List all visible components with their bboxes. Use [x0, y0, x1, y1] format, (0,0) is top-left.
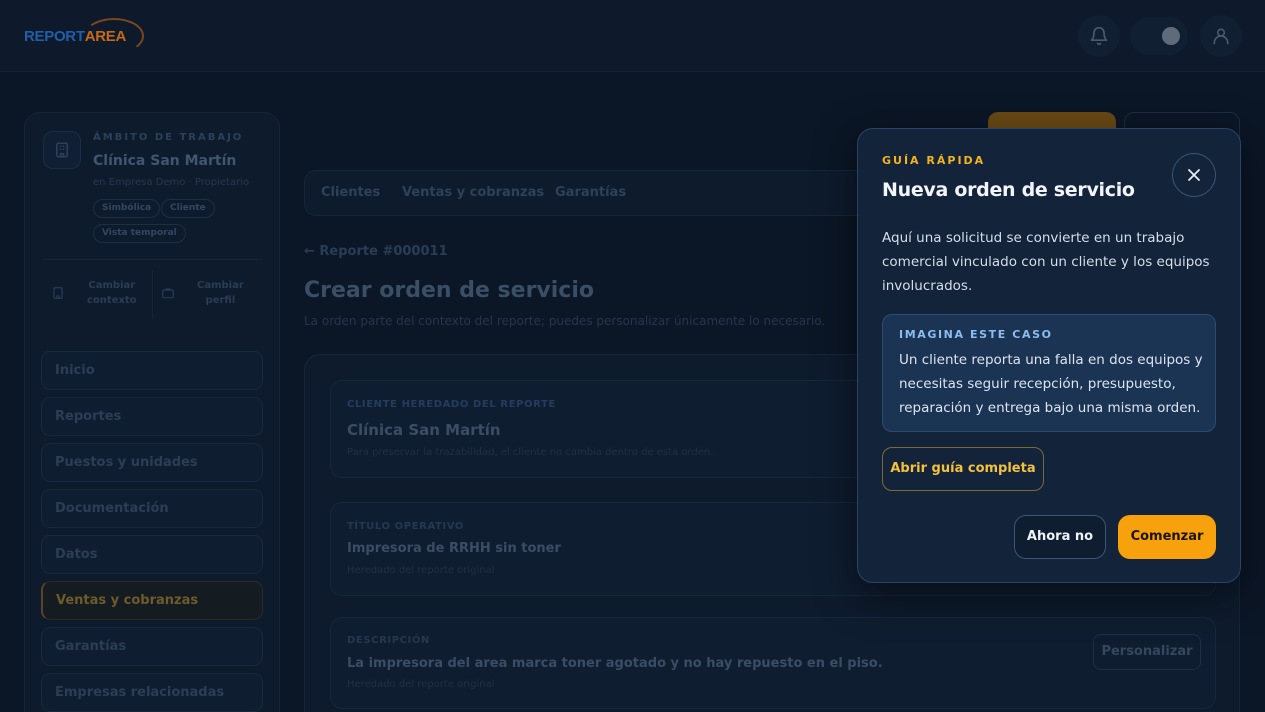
page-subtitle: La orden parte del contexto del reporte;…	[304, 314, 826, 328]
sidebar-item-inicio[interactable]: Inicio	[41, 351, 263, 390]
theme-toggle[interactable]	[1130, 17, 1188, 55]
description-card: DESCRIPCIÓN La impresora del area marca …	[330, 617, 1216, 709]
logo-arc	[84, 18, 144, 54]
client-note: Para preservar la trazabilidad, el clien…	[347, 447, 714, 458]
sidebar-item-ventas[interactable]: Ventas y cobranzas	[41, 581, 263, 620]
workspace-name: Clínica San Martín	[93, 153, 237, 169]
example-case-box: IMAGINA ESTE CASO Un cliente reporta una…	[882, 314, 1216, 432]
page: REPORT AREA ÁMBITO DE TRABAJO Clínica San…	[0, 0, 1265, 712]
logo[interactable]: REPORT AREA	[24, 18, 144, 54]
workspace-subtitle: en Empresa Demo · Propietario	[93, 177, 250, 188]
title-note: Heredado del reporte original	[347, 565, 495, 576]
description-value: La impresora del area marca toner agotad…	[347, 656, 883, 671]
personalize-button[interactable]: Personalizar	[1093, 634, 1201, 670]
page-title: Crear orden de servicio	[304, 278, 594, 303]
divider	[43, 259, 263, 260]
not-now-button[interactable]: Ahora no	[1014, 515, 1106, 559]
description-kicker: DESCRIPCIÓN	[347, 635, 430, 646]
building-icon	[47, 282, 69, 304]
notifications-button[interactable]	[1078, 15, 1120, 57]
divider	[152, 271, 153, 319]
client-name: Clínica San Martín	[347, 421, 501, 439]
sidebar-item-documentacion[interactable]: Documentación	[41, 489, 263, 528]
start-button[interactable]: Comenzar	[1118, 515, 1216, 559]
close-button[interactable]	[1172, 153, 1216, 197]
open-full-guide-button[interactable]: Abrir guía completa	[882, 447, 1044, 491]
tab-ventas[interactable]: Ventas y cobranzas	[402, 185, 544, 200]
sidebar-item-reportes[interactable]: Reportes	[41, 397, 263, 436]
user-icon	[1213, 28, 1229, 45]
dialog-title: Nueva orden de servicio	[882, 179, 1135, 201]
sidebar-item-empresas[interactable]: Empresas relacionadas	[41, 673, 263, 712]
quick-guide-dialog: GUÍA RÁPIDA Nueva orden de servicio Aquí…	[857, 128, 1241, 583]
workspace-kicker: ÁMBITO DE TRABAJO	[93, 132, 244, 143]
title-kicker: TÍTULO OPERATIVO	[347, 521, 465, 532]
logo-report-text: REPORT	[24, 27, 85, 45]
chip-vista-temporal: Vista temporal	[93, 224, 186, 243]
dialog-body: Aquí una solicitud se convierte en un tr…	[882, 230, 1210, 294]
sidebar-item-datos[interactable]: Datos	[41, 535, 263, 574]
top-bar: REPORT AREA	[0, 0, 1265, 72]
dialog-kicker: GUÍA RÁPIDA	[882, 154, 986, 167]
close-icon	[1188, 169, 1200, 181]
example-case-text: Un cliente reporta una falla en dos equi…	[899, 352, 1203, 416]
switch-profile-button[interactable]: Cambiar perfil	[157, 273, 244, 313]
bell-icon	[1090, 26, 1108, 46]
building-icon	[43, 131, 81, 169]
moon-icon	[1162, 27, 1180, 45]
switch-profile-label: Cambiar perfil	[197, 280, 244, 306]
user-menu-button[interactable]	[1200, 15, 1242, 57]
sidebar-item-garantias[interactable]: Garantías	[41, 627, 263, 666]
example-case-kicker: IMAGINA ESTE CASO	[899, 328, 1053, 341]
client-kicker: CLIENTE HEREDADO DEL REPORTE	[347, 399, 556, 410]
tab-garantias[interactable]: Garantías	[555, 185, 626, 200]
chip-simbolica: Simbólica	[93, 199, 161, 218]
switch-context-button[interactable]: Cambiar contexto	[47, 273, 137, 313]
briefcase-icon	[157, 282, 179, 304]
sidebar: ÁMBITO DE TRABAJO Clínica San Martín en …	[24, 112, 280, 712]
switch-context-label: Cambiar contexto	[87, 280, 137, 306]
back-link[interactable]: ← Reporte #000011	[304, 244, 448, 259]
chip-cliente: Cliente	[161, 199, 215, 218]
title-value: Impresora de RRHH sin toner	[347, 541, 561, 556]
description-note: Heredado del reporte original	[347, 679, 495, 690]
tab-clientes[interactable]: Clientes	[321, 185, 380, 200]
sidebar-item-puestos[interactable]: Puestos y unidades	[41, 443, 263, 482]
tab-bar: Clientes Ventas y cobranzas Garantías	[304, 170, 904, 216]
